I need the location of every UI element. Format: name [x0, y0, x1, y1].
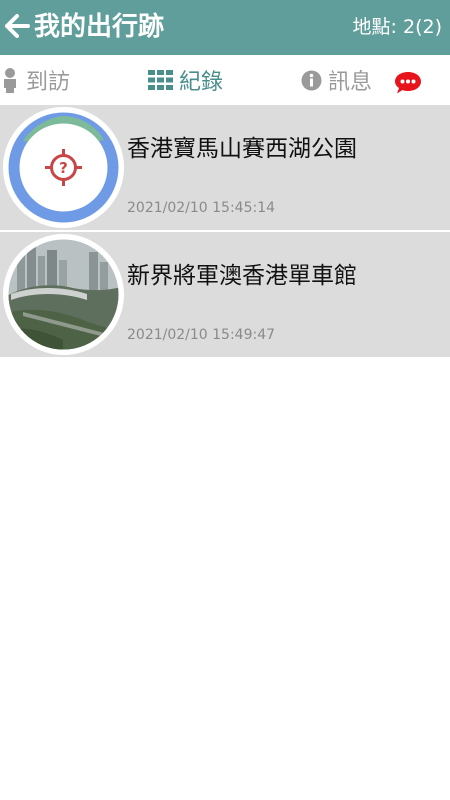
- list-item[interactable]: ? 香港寶馬山賽西湖公園 2021/02/10 15:45:14: [0, 105, 450, 230]
- page-title: 我的出行跡: [34, 12, 165, 42]
- records-list: ? 香港寶馬山賽西湖公園 2021/02/10 15:45:14 新界將軍澳香港…: [0, 105, 450, 357]
- info-icon: [301, 70, 322, 91]
- tab-records[interactable]: 紀錄: [148, 55, 223, 105]
- back-arrow-icon: [4, 13, 30, 43]
- app-header: 我的出行跡 地點: 2(2): [0, 0, 450, 55]
- grid-icon: [148, 70, 173, 90]
- location-count: 地點: 2(2): [352, 16, 442, 38]
- tab-visit-label: 到訪: [26, 70, 71, 95]
- tab-bar: 到訪 紀錄 訊息: [0, 55, 450, 105]
- record-timestamp: 2021/02/10 15:45:14: [127, 200, 276, 216]
- record-timestamp: 2021/02/10 15:49:47: [127, 327, 276, 343]
- record-place-name: 新界將軍澳香港單車館: [127, 263, 357, 289]
- tab-messages[interactable]: 訊息: [301, 55, 372, 105]
- back-button[interactable]: [0, 0, 34, 55]
- record-place-name: 香港寶馬山賽西湖公園: [127, 136, 357, 162]
- tab-records-label: 紀錄: [179, 70, 224, 95]
- person-icon: [0, 67, 20, 93]
- location-photo: [3, 234, 124, 355]
- tab-messages-label: 訊息: [328, 70, 373, 95]
- chat-bubble-icon[interactable]: [394, 71, 422, 99]
- list-item[interactable]: 新界將軍澳香港單車館 2021/02/10 15:49:47: [0, 232, 450, 357]
- svg-text:?: ?: [59, 159, 68, 177]
- unknown-location-icon: ?: [3, 107, 124, 228]
- tab-visit[interactable]: 到訪: [0, 55, 70, 105]
